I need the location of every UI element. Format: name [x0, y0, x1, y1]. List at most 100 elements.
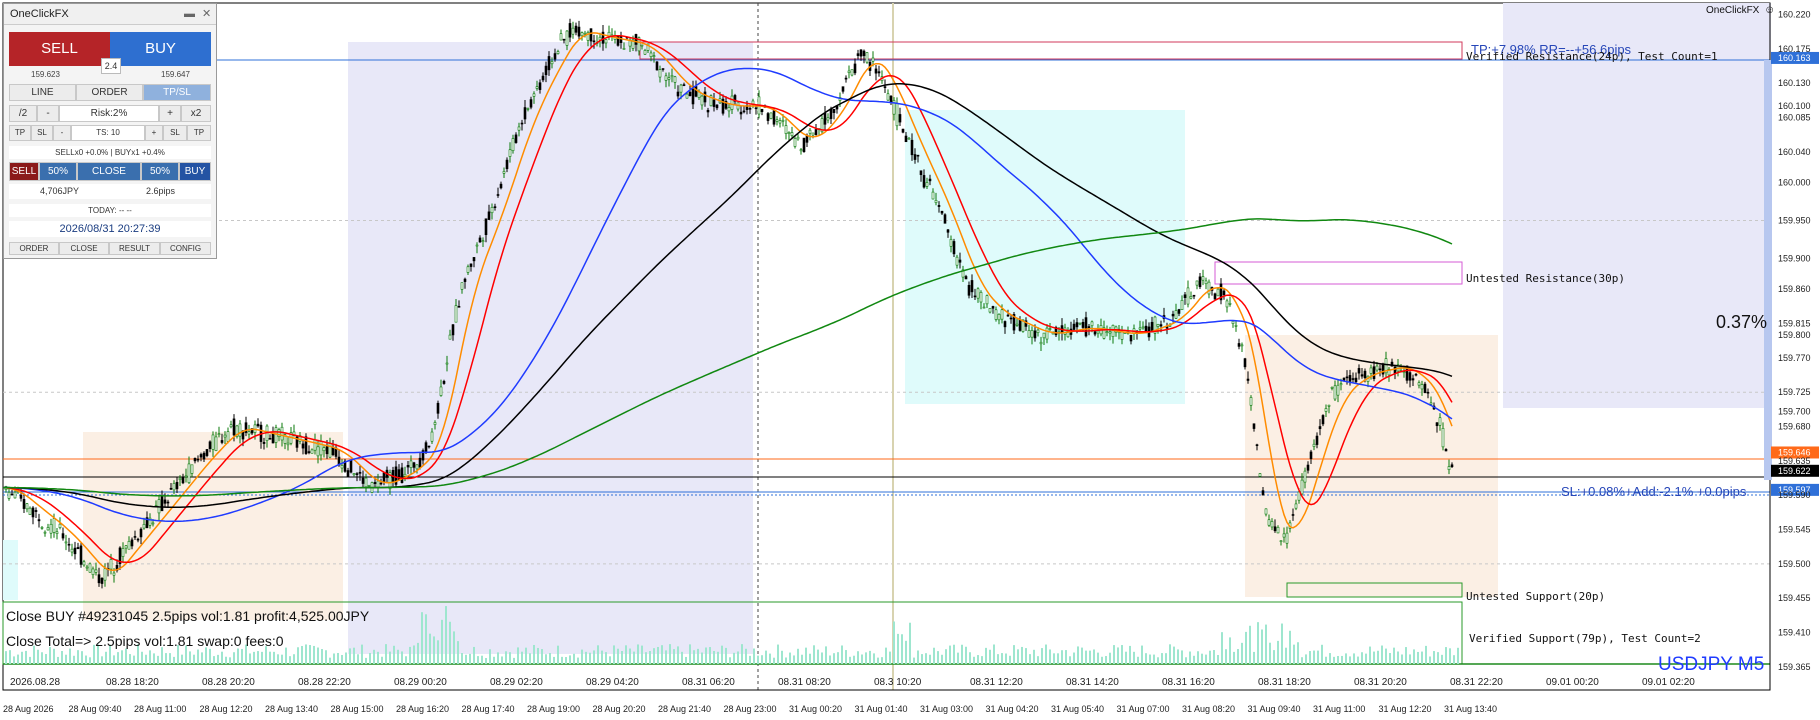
time-axis-label: 31 Aug 12:20	[1379, 704, 1432, 714]
volume-bar	[1073, 652, 1075, 664]
volume-bar	[1409, 654, 1411, 664]
close-buy-half-button[interactable]: 50%	[141, 162, 179, 181]
candle-body	[10, 493, 14, 496]
risk-half-button[interactable]: /2	[9, 105, 37, 122]
volume-bar	[1129, 645, 1131, 664]
volume-bar	[1341, 655, 1343, 664]
volume-bar	[225, 656, 227, 664]
close-icon[interactable]: ✕	[202, 4, 211, 24]
volume-bar	[133, 655, 135, 664]
candle-body	[814, 129, 818, 135]
candle-body	[1108, 331, 1112, 334]
risk-double-button[interactable]: x2	[181, 105, 211, 122]
volume-bar	[189, 651, 191, 664]
volume-bar	[1021, 646, 1023, 664]
close-sell-button[interactable]: SELL	[9, 162, 39, 181]
candle-body	[811, 132, 815, 136]
candle-body	[1078, 322, 1082, 325]
volume-bar	[157, 655, 159, 664]
candle-body	[61, 533, 65, 539]
footer-config-button[interactable]: CONFIG	[160, 242, 211, 255]
close-sell-half-button[interactable]: 50%	[39, 162, 77, 181]
pips-value: 2.6pips	[145, 186, 176, 196]
candle-body	[712, 99, 716, 107]
candle-body	[1195, 280, 1199, 286]
sell-button[interactable]: SELL	[9, 32, 110, 66]
volume-bar	[705, 647, 707, 664]
candle-body	[793, 138, 797, 147]
candle-body	[1039, 341, 1043, 345]
candle-body	[517, 126, 521, 131]
volume-bar	[1253, 651, 1255, 664]
candle-body	[271, 433, 275, 444]
close-all-button[interactable]: CLOSE	[77, 162, 141, 181]
footer-close-button[interactable]: CLOSE	[59, 242, 109, 255]
candle-body	[1225, 300, 1229, 308]
volume-bar	[925, 653, 927, 664]
close-buy-button[interactable]: BUY	[179, 162, 211, 181]
upper-time-label: 08.31 08:20	[778, 677, 831, 688]
volume-bar	[193, 654, 195, 664]
ts-minus-button[interactable]: -	[53, 125, 71, 141]
candle-body	[229, 424, 233, 428]
price-axis-label: 159.900	[1778, 254, 1811, 264]
tab-order[interactable]: ORDER	[76, 84, 143, 101]
risk-plus-button[interactable]: +	[159, 105, 181, 122]
ts-sl-left-button[interactable]: SL	[31, 125, 53, 141]
candle-body	[949, 239, 953, 247]
footer-order-button[interactable]: ORDER	[9, 242, 59, 255]
candle-body	[898, 114, 902, 123]
candle-body	[865, 52, 869, 63]
candle-body	[982, 306, 986, 309]
minimize-icon[interactable]: ▬	[184, 4, 195, 24]
candle-body	[511, 138, 515, 151]
ts-tp-right-button[interactable]: TP	[187, 125, 211, 141]
volume-bar	[277, 654, 279, 664]
tab-line[interactable]: LINE	[9, 84, 76, 101]
volume-bar	[665, 650, 667, 664]
ts-tp-left-button[interactable]: TP	[9, 125, 31, 141]
candle-body	[583, 32, 587, 35]
zone-untested-resistance: Untested Resistance(30p)	[1466, 272, 1625, 285]
volume-bar	[237, 648, 239, 664]
tab-tpsl[interactable]: TP/SL	[143, 84, 211, 101]
candle-body	[703, 91, 707, 103]
volume-bar	[953, 644, 955, 664]
volume-bar	[713, 650, 715, 664]
volume-bar	[1065, 650, 1067, 664]
ts-plus-button[interactable]: +	[145, 125, 163, 141]
candle-body	[556, 51, 560, 54]
volume-bar	[1441, 654, 1443, 664]
candle-body	[454, 305, 458, 323]
candle-body	[1096, 330, 1100, 334]
footer-result-button[interactable]: RESULT	[109, 242, 160, 255]
candle-body	[1246, 378, 1250, 381]
ts-sl-right-button[interactable]: SL	[163, 125, 187, 141]
volume-bar	[89, 657, 91, 664]
panel-title-bar[interactable]: OneClickFX ▬ ✕	[4, 4, 216, 25]
volume-bar	[645, 652, 647, 664]
buy-button[interactable]: BUY	[110, 32, 211, 66]
volume-bar	[41, 652, 43, 664]
volume-bar	[1297, 642, 1299, 664]
volume-bar	[529, 653, 531, 664]
candle-body	[760, 109, 764, 113]
session-zone-cyan-left	[3, 540, 18, 600]
volume-bar	[1029, 654, 1031, 664]
volume-bar	[281, 654, 283, 664]
volume-bar	[649, 651, 651, 664]
volume-bar	[429, 633, 431, 664]
volume-bar	[1249, 625, 1251, 664]
candle-body	[46, 527, 50, 531]
candle-body	[739, 111, 743, 115]
volume-bar	[1145, 653, 1147, 664]
candle-body	[445, 362, 449, 365]
candle-body	[562, 38, 566, 41]
volume-bar	[49, 647, 51, 664]
volume-bar	[1385, 648, 1387, 664]
candle-body	[1027, 330, 1031, 338]
risk-minus-button[interactable]: -	[37, 105, 59, 122]
candle-body	[1081, 321, 1085, 328]
candle-body	[352, 473, 356, 476]
candle-body	[931, 191, 935, 200]
